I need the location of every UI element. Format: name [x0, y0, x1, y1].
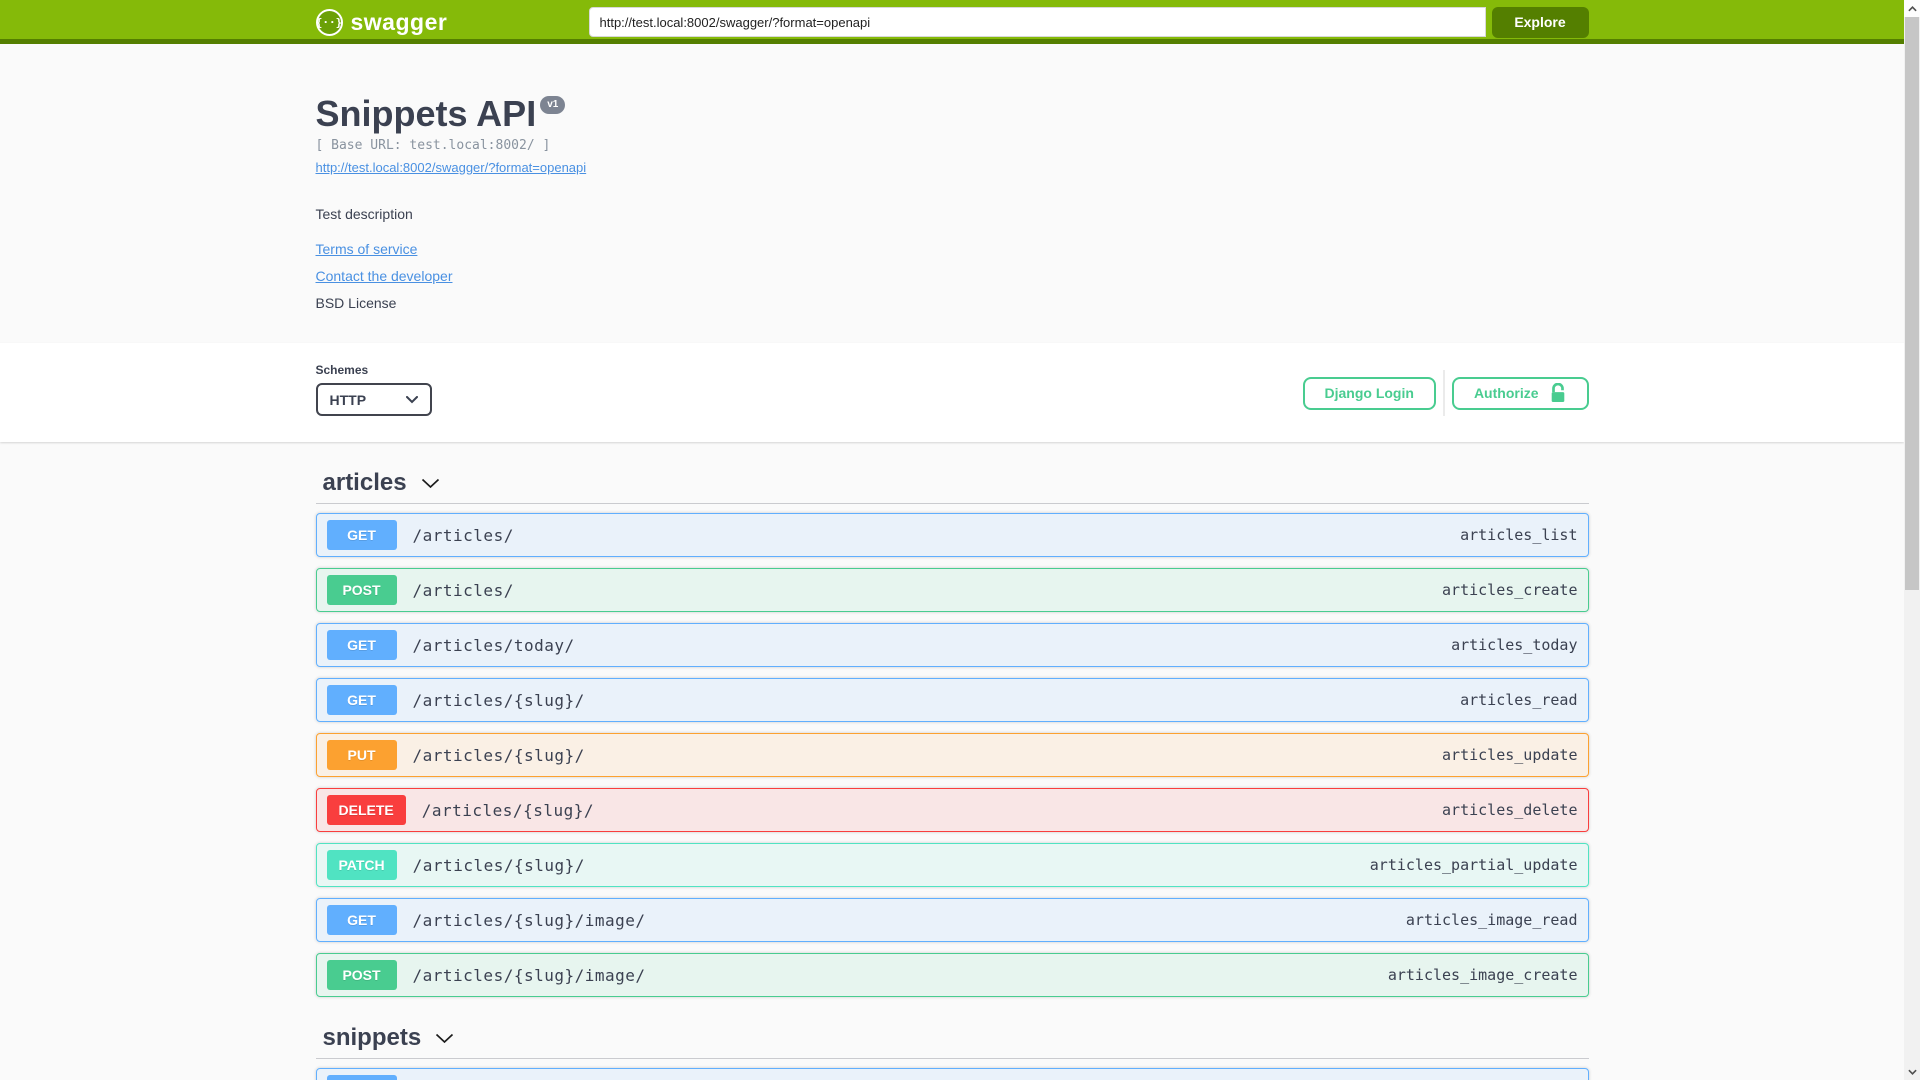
- api-title-text: Snippets API: [315, 93, 537, 134]
- endpoint-row[interactable]: PATCH /articles/{slug}/ articles_partial…: [315, 843, 1589, 888]
- authorize-label: Authorize: [1473, 385, 1539, 402]
- method-badge: GET: [326, 685, 397, 716]
- method-badge: GET: [326, 630, 397, 661]
- operation-id: articles_create: [1442, 581, 1578, 600]
- section-rows: GET /snippets/ snippets_list: [315, 1068, 1589, 1080]
- endpoint-row[interactable]: GET /articles/today/ articles_today: [315, 623, 1589, 668]
- endpoint-row[interactable]: POST /articles/ articles_create: [315, 568, 1589, 613]
- endpoint-path: /articles/: [412, 525, 514, 545]
- endpoint-row[interactable]: GET /articles/{slug}/ articles_read: [315, 678, 1589, 723]
- api-description: Test description: [315, 206, 413, 223]
- spec-link[interactable]: http://test.local:8002/swagger/?format=o…: [316, 160, 587, 175]
- method-badge: POST: [326, 960, 397, 991]
- endpoint-path: /articles/{slug}/image/: [412, 965, 646, 985]
- endpoint-path: /articles/{slug}/: [421, 800, 594, 820]
- info-section: Snippets API v1 [ Base URL: test.local:80…: [0, 44, 1904, 343]
- scrollbar-track[interactable]: [1904, 0, 1920, 1080]
- endpoint-path: /articles/: [412, 580, 514, 600]
- spec-url-input[interactable]: [588, 7, 1486, 37]
- terms-of-service-link[interactable]: Terms of service: [316, 241, 418, 257]
- section-rows: GET /articles/ articles_list POST /artic…: [315, 513, 1589, 998]
- section-header[interactable]: articles: [315, 468, 1589, 505]
- operation-id: articles_partial_update: [1369, 856, 1578, 875]
- brand-name: swagger: [350, 8, 448, 35]
- operation-id: articles_delete: [1442, 801, 1578, 820]
- auth-divider: [1442, 370, 1445, 417]
- auth-wrapper: Django Login Authorize: [1302, 370, 1589, 417]
- section-title: snippets: [322, 1023, 422, 1051]
- endpoint-row[interactable]: GET /articles/{slug}/image/ articles_ima…: [315, 898, 1589, 943]
- endpoint-row[interactable]: POST /articles/{slug}/image/ articles_im…: [315, 953, 1589, 998]
- operation-id: articles_update: [1442, 746, 1578, 765]
- schemes-block: Schemes HTTP: [315, 363, 432, 417]
- method-badge: DELETE: [326, 795, 406, 826]
- chevron-down-icon: [1907, 1069, 1917, 1075]
- scrollbar-up-button[interactable]: [1904, 0, 1920, 17]
- license-label: BSD License: [315, 295, 397, 312]
- page-title: Snippets API v1: [316, 92, 1589, 135]
- endpoint-path: /articles/today/: [412, 635, 575, 655]
- chevron-down-icon[interactable]: [421, 478, 440, 489]
- scrollbar-down-button[interactable]: [1904, 1063, 1920, 1080]
- unlocked-padlock-icon: [1551, 383, 1564, 403]
- version-badge: v1: [540, 96, 566, 114]
- django-login-label: Django Login: [1324, 385, 1414, 402]
- explore-button[interactable]: Explore: [1491, 6, 1589, 38]
- authorize-button[interactable]: Authorize: [1451, 376, 1589, 410]
- scheme-select[interactable]: HTTP: [315, 383, 432, 417]
- chevron-down-icon: [405, 395, 418, 404]
- method-badge: PATCH: [326, 850, 397, 881]
- method-badge: GET: [326, 905, 397, 936]
- endpoint-path: /articles/{slug}/image/: [412, 910, 646, 930]
- scheme-selected-value: HTTP: [329, 391, 367, 408]
- endpoint-row[interactable]: PUT /articles/{slug}/ articles_update: [315, 733, 1589, 778]
- chevron-down-icon[interactable]: [435, 1033, 454, 1044]
- endpoint-row[interactable]: GET /snippets/ snippets_list: [315, 1068, 1589, 1080]
- endpoint-path: /articles/{slug}/: [412, 855, 585, 875]
- swagger-logo-icon: {··}: [315, 8, 343, 36]
- endpoint-row[interactable]: GET /articles/ articles_list: [315, 513, 1589, 558]
- method-badge: PUT: [326, 740, 397, 771]
- section-header[interactable]: snippets: [315, 1023, 1589, 1060]
- django-login-button[interactable]: Django Login: [1302, 376, 1436, 410]
- operation-id: articles_read: [1460, 691, 1578, 710]
- operations-list: articles GET /articles/ articles_list PO…: [315, 468, 1589, 1080]
- operation-id: articles_list: [1460, 526, 1578, 545]
- schemes-label: Schemes: [315, 363, 369, 378]
- base-url: [ Base URL: test.local:8002/ ]: [315, 138, 551, 154]
- endpoint-path: /articles/{slug}/: [412, 745, 585, 765]
- endpoint-path: /articles/{slug}/: [412, 690, 585, 710]
- section-title: articles: [322, 468, 407, 496]
- chevron-up-icon: [1907, 5, 1917, 11]
- endpoint-row[interactable]: DELETE /articles/{slug}/ articles_delete: [315, 788, 1589, 833]
- download-url-wrapper: Explore: [588, 6, 1589, 38]
- api-section: articles GET /articles/ articles_list PO…: [315, 468, 1589, 998]
- method-badge: GET: [326, 520, 397, 551]
- method-badge: GET: [326, 1075, 397, 1080]
- method-badge: POST: [326, 575, 397, 606]
- api-section: snippets GET /snippets/ snippets_list: [315, 1023, 1589, 1080]
- swagger-brand-link[interactable]: {··} swagger: [315, 8, 448, 36]
- swagger-page: {··} swagger Explore Snippets APIv1 [ Ba…: [0, 0, 1904, 1080]
- contact-developer-link[interactable]: Contact the developer: [316, 268, 453, 284]
- topbar: {··} swagger Explore: [0, 0, 1904, 44]
- operation-id: articles_today: [1451, 636, 1578, 655]
- scheme-container: Schemes HTTP Django Login Authorize: [0, 343, 1904, 443]
- operation-id: articles_image_read: [1405, 911, 1578, 930]
- scrollbar-thumb[interactable]: [1905, 17, 1919, 590]
- operation-id: articles_image_create: [1387, 966, 1578, 985]
